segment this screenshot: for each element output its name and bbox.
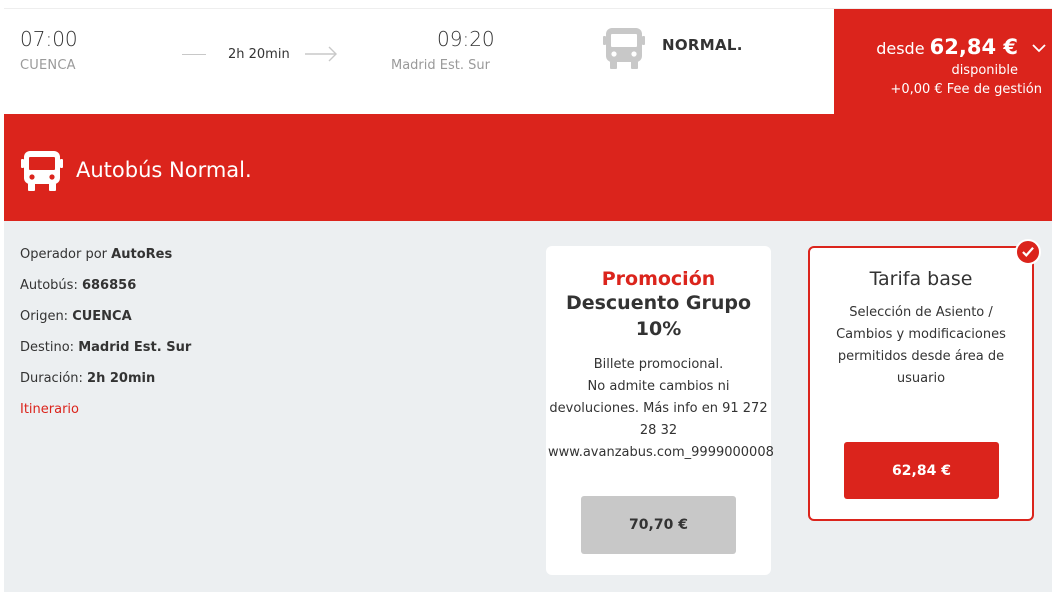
availability-text: disponible: [951, 63, 1018, 78]
bus-icon: [21, 151, 63, 191]
bus-number-value: 686856: [81, 278, 137, 293]
bus-number-row: Autobús: 686856: [20, 276, 191, 307]
banner-title: Autobús Normal.: [76, 158, 252, 182]
arrival-city: Madrid Est. Sur: [391, 58, 490, 73]
duration-dash: [182, 54, 206, 55]
price-line: desde 62,84 €: [876, 35, 1018, 59]
trip-details: Operador por AutoRes Autobús: 686856 Ori…: [4, 221, 1052, 592]
trip-duration: 2h 20min: [228, 47, 290, 62]
destination-row: Destino: Madrid Est. Sur: [20, 338, 191, 369]
bus-class-label: NORMAL.: [662, 36, 743, 54]
promo-price-button[interactable]: 70,70 €: [581, 496, 736, 554]
origin-value: CUENCA: [72, 309, 132, 324]
base-fare-description: Selección de Asiento / Cambios y modific…: [836, 305, 1006, 386]
promo-description: Billete promocional. No admite cambios n…: [548, 357, 774, 460]
origin-row: Origen: CUENCA: [20, 307, 191, 338]
departure-time: 07:00: [20, 27, 78, 51]
duration-row: Duración: 2h 20min: [20, 369, 191, 400]
operator-value: AutoRes: [111, 247, 173, 262]
chevron-down-icon[interactable]: [1032, 43, 1046, 53]
trip-info-list: Operador por AutoRes Autobús: 686856 Ori…: [20, 245, 191, 431]
promo-subtitle: Descuento Grupo 10%: [565, 292, 752, 340]
departure-city: CUENCA: [20, 58, 76, 73]
fare-card-base[interactable]: Tarifa base Selección de Asiento / Cambi…: [808, 239, 1041, 521]
price-summary[interactable]: desde 62,84 € disponible +0,00 € Fee de …: [834, 9, 1052, 115]
destination-value: Madrid Est. Sur: [78, 340, 192, 355]
operator-label: Operador por: [20, 247, 112, 262]
bus-number-label: Autobús:: [20, 278, 82, 293]
base-fare-title: Tarifa base: [869, 268, 973, 290]
fee-text: +0,00 € Fee de gestión: [890, 82, 1042, 97]
bus-icon: [603, 28, 645, 69]
trip-row[interactable]: 07:00 CUENCA 2h 20min 09:20 Madrid Est. …: [4, 8, 1052, 115]
arrow-right-icon: [305, 46, 337, 62]
price-amount: 62,84 €: [929, 35, 1018, 59]
itinerary-link[interactable]: Itinerario: [20, 402, 79, 417]
promo-title: Promoción: [601, 268, 716, 290]
fare-card-promo[interactable]: Promoción Descuento Grupo 10% Billete pr…: [546, 246, 774, 575]
duration-label: Duración:: [20, 371, 88, 386]
price-prefix: desde: [876, 39, 925, 58]
arrival-time: 09:20: [437, 27, 495, 51]
base-price-button[interactable]: 62,84 €: [844, 442, 999, 499]
destination-label: Destino:: [20, 340, 79, 355]
origin-label: Origen:: [20, 309, 73, 324]
checkmark-icon: [1015, 239, 1041, 265]
bus-type-banner: Autobús Normal.: [4, 114, 1052, 221]
operator-row: Operador por AutoRes: [20, 245, 191, 276]
duration-value: 2h 20min: [87, 371, 156, 386]
